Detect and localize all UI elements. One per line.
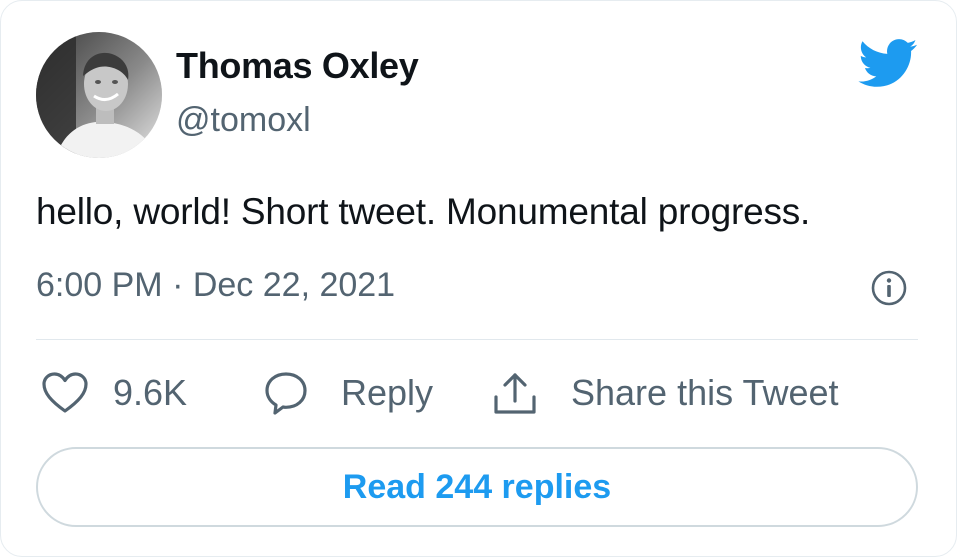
like-count: 9.6K	[113, 372, 188, 413]
read-replies-button[interactable]: Read 244 replies	[36, 447, 918, 527]
tweet-timestamp[interactable]: 6:00 PM · Dec 22, 2021	[36, 266, 395, 305]
info-icon[interactable]	[870, 269, 908, 307]
speech-bubble-icon	[265, 372, 307, 415]
share-upload-icon	[494, 373, 536, 414]
read-replies-label: Read 244 replies	[342, 467, 612, 506]
heart-icon	[42, 372, 88, 413]
divider	[36, 339, 918, 340]
avatar-photo	[36, 32, 162, 158]
tweet-card: Thomas Oxley @tomoxl hello, world! Short…	[0, 0, 957, 557]
like-button[interactable]: 9.6K	[41, 367, 187, 419]
author-name[interactable]: Thomas Oxley	[176, 45, 419, 87]
author-handle[interactable]: @tomoxl	[176, 101, 311, 140]
share-button[interactable]: Share this Tweet	[491, 367, 839, 419]
twitter-bird-icon[interactable]	[856, 37, 918, 89]
tweet-text: hello, world! Short tweet. Monumental pr…	[36, 191, 811, 232]
avatar[interactable]	[36, 32, 162, 158]
reply-button[interactable]: Reply	[263, 367, 433, 419]
reply-label: Reply	[341, 372, 434, 413]
share-label: Share this Tweet	[571, 372, 839, 413]
